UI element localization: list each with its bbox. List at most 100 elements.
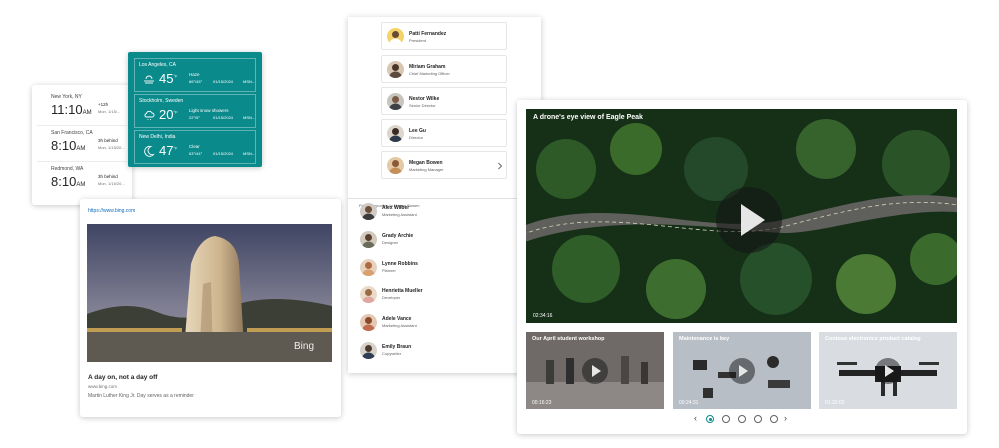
bing-logo: Bing [293,341,314,352]
pager-dot[interactable] [738,415,746,423]
person-name: Patti Fernandez [409,31,447,37]
thumbnail-title: Our April student workshop [532,336,605,342]
clock-time: 8:10AM [51,138,86,153]
weather-date: 01/15/2024 [213,151,234,156]
link-preview-card[interactable]: https://www.bing.com Bing A day on, not … [80,199,341,417]
weather-item: Stockholm, Sweden 20°F Light snow shower… [134,94,256,128]
clock-item: San Francisco, CA 8:10AM 3h behind Mon, … [37,126,127,162]
pager-dot[interactable] [770,415,778,423]
avatar [360,342,377,359]
manager-item[interactable]: Patti Fernandez President [381,22,507,50]
play-button[interactable] [582,358,608,384]
person-title: Chief Marketing Officer [409,71,450,76]
weather-date: 01/15/2024 [213,115,234,120]
avatar [360,286,377,303]
play-button[interactable] [729,358,755,384]
video-thumbnail[interactable]: Maintenance is key 00:24:31 [673,332,811,409]
clock-relative: 3h behind [98,138,118,143]
avatar [387,125,404,142]
manager-item[interactable]: Nestor Wilke Senior Director [381,87,507,115]
avatar [360,203,377,220]
avatar [360,231,377,248]
person-name: Miriam Graham [409,64,446,70]
manager-item[interactable]: Miriam Graham Chief Marketing Officer [381,55,507,83]
hero-video[interactable]: A drone's eye view of Eagle Peak 02:34:1… [526,109,957,323]
weather-city: Stockholm, Sweden [139,98,184,104]
pager-dot[interactable] [754,415,762,423]
play-icon [885,365,894,377]
link-preview-image[interactable]: Bing [87,224,332,362]
report-item[interactable]: Henrietta Mueller Developer [360,285,510,307]
person-title: Copywriter [382,351,402,356]
person-name: Emily Braun [382,344,412,350]
person-title: Designer [382,240,399,245]
avatar [387,157,404,174]
video-gallery-card: A drone's eye view of Eagle Peak 02:34:1… [517,100,967,434]
org-chart-card: Patti Fernandez President Miriam Graham … [348,17,541,373]
video-thumbnail[interactable]: Our April student workshop 00:16:23 [526,332,664,409]
play-button[interactable] [875,358,901,384]
play-button[interactable] [716,187,782,253]
person-name: Nestor Wilke [409,96,440,102]
hero-video-title: A drone's eye view of Eagle Peak [533,114,643,121]
clock-relative: 3h behind [98,174,118,179]
manager-item-selected[interactable]: Megan Bowen Marketing Manager [381,151,507,179]
hero-video-duration: 02:34:16 [533,313,553,319]
person-title: President [409,38,426,43]
weather-date: 01/15/2024 [213,79,234,84]
weather-source: MSN... [243,79,256,84]
weather-city: New Delhi, India [139,134,176,140]
person-name: Lee Gu [409,128,426,134]
clock-city: San Francisco, CA [51,130,93,136]
person-title: Planner [382,268,396,273]
clock-city: Redmond, WA [51,166,84,172]
video-thumbnail[interactable]: Contoso electronics product catalog 01:3… [819,332,957,409]
thumbnail-duration: 01:32:03 [825,400,845,406]
report-item[interactable]: Lynne Robbins Planner [360,258,510,280]
chevron-left-icon[interactable]: ‹ [694,413,697,423]
weather-temp: 47°F [159,143,178,158]
thumbnail-title: Maintenance is key [679,336,730,342]
manager-item[interactable]: Lee Gu Director [381,119,507,147]
weather-hilo: 63°/44° [189,151,203,156]
clock-time: 8:10AM [51,174,86,189]
person-name: Alex Wilber [382,205,410,211]
weather-card: Los Angeles, CA 45°F Haze 66°/45° 01/15/… [128,52,262,167]
carousel-pager: ‹ › [694,413,790,425]
weather-condition: Clear [189,144,200,149]
pager-dot[interactable] [706,415,714,423]
person-title: Developer [382,295,401,300]
play-icon [739,365,748,377]
world-clock-card: New York, NY 11:10AM +12h Mon, 1/15/... … [32,85,132,205]
avatar [387,61,404,78]
weather-hilo: 22°/5° [189,115,200,120]
person-title: Marketing Assistant [382,323,417,328]
clock-date: Mon, 1/15/... [98,109,121,114]
clock-relative: +12h [98,102,109,107]
link-domain: www.bing.com [88,384,118,389]
clock-date: Mon, 1/15/20... [98,181,125,186]
link-title[interactable]: A day on, not a day off [88,374,157,381]
pager-dot[interactable] [722,415,730,423]
thumbnail-duration: 00:24:31 [679,400,699,406]
report-item[interactable]: Emily Braun Copywriter [360,341,510,363]
clock-item: New York, NY 11:10AM +12h Mon, 1/15/... [37,90,127,126]
person-name: Henrietta Mueller [382,288,423,294]
person-name: Megan Bowen [409,160,443,166]
report-item[interactable]: Adele Vance Marketing Assistant [360,313,510,335]
person-title: Marketing Assistant [382,212,417,217]
cloud-snow-icon [144,110,155,120]
report-item[interactable]: Grady Archie Designer [360,230,510,252]
chevron-right-icon[interactable] [497,162,503,170]
person-name: Lynne Robbins [382,261,418,267]
link-url[interactable]: https://www.bing.com [88,208,135,214]
link-description: Martin Luther King Jr. Day serves as a r… [88,393,194,399]
chevron-right-icon[interactable]: › [784,413,787,423]
play-icon [592,365,601,377]
weather-item: Los Angeles, CA 45°F Haze 66°/45° 01/15/… [134,58,256,92]
report-item[interactable]: Alex Wilber Marketing Assistant [360,202,510,224]
weather-item: New Delhi, India 47°F Clear 63°/44° 01/1… [134,130,256,164]
moon-icon [144,145,155,157]
avatar [387,28,404,45]
play-icon [741,204,765,236]
